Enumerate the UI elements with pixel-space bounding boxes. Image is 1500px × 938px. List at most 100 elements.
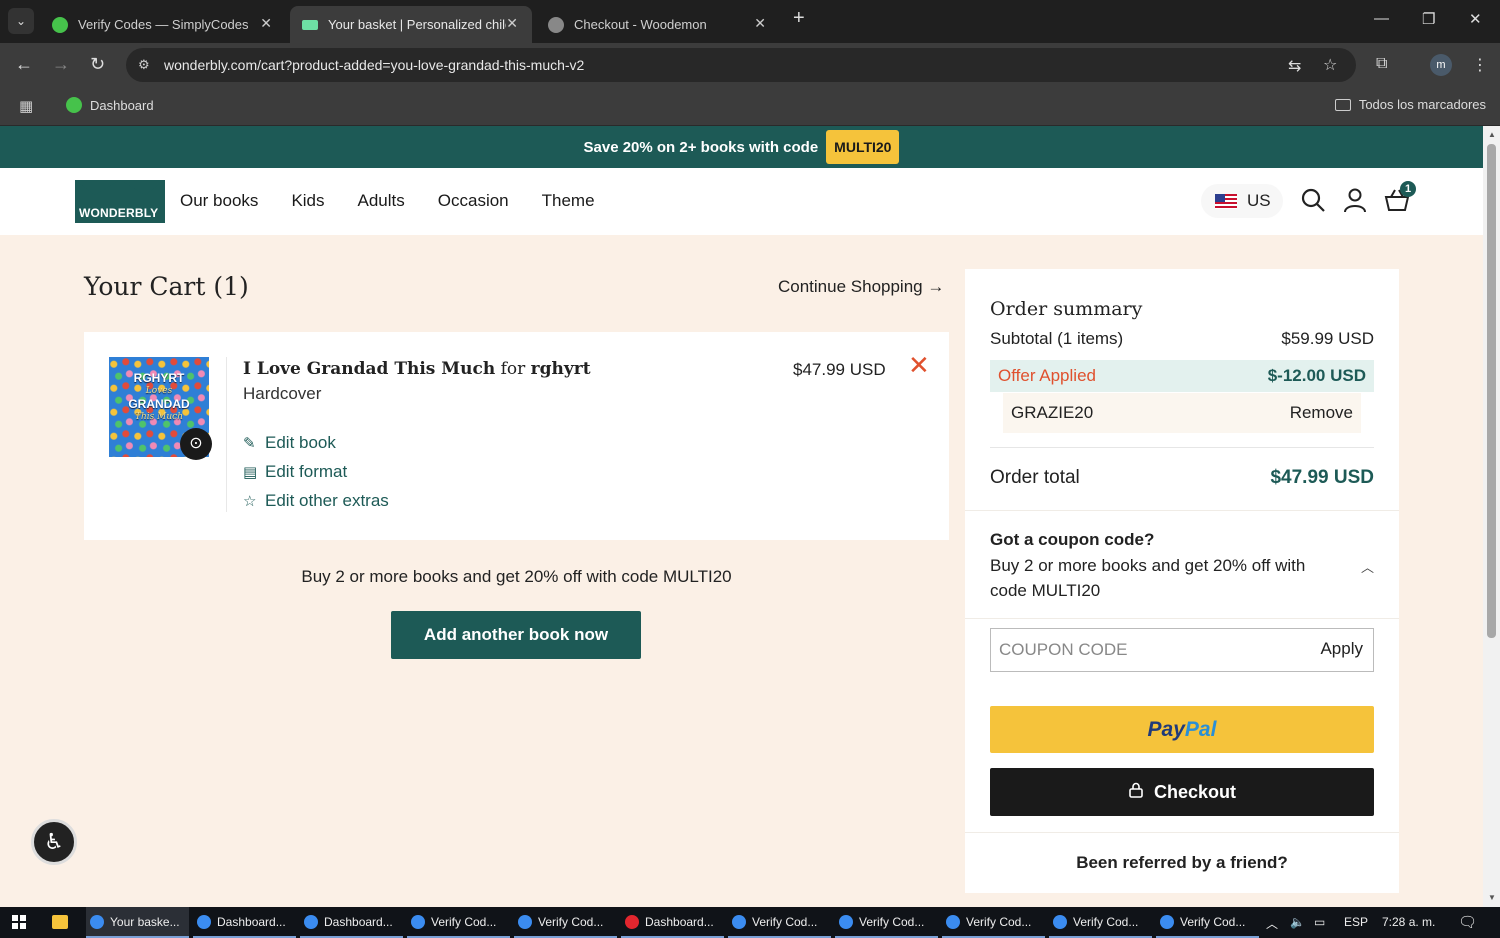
chrome-icon (411, 914, 425, 929)
nav-our-books[interactable]: Our books (180, 191, 258, 211)
taskbar-item[interactable]: Verify Cod... (835, 907, 938, 938)
volume-icon[interactable]: 🔈 (1290, 915, 1305, 929)
page-scrollbar[interactable]: ▲ ▼ (1483, 126, 1500, 907)
chrome-icon (732, 914, 746, 929)
apps-grid-icon[interactable]: ▦ (19, 97, 33, 115)
taskbar-item[interactable]: Verify Cod... (1156, 907, 1259, 938)
apply-coupon-button[interactable]: Apply (1320, 639, 1363, 659)
globe-icon (548, 16, 564, 33)
close-window-button[interactable]: ✕ (1469, 10, 1482, 28)
section-divider (965, 618, 1399, 619)
close-tab-icon[interactable]: ✕ (506, 15, 518, 32)
site-header: WONDERBLY Our books Kids Adults Occasion… (0, 168, 1483, 235)
forward-icon[interactable]: → (52, 54, 70, 75)
cart-item-card: RGHYRT Loves GRANDAD This Much I Love Gr… (84, 332, 949, 540)
notifications-icon[interactable]: 🗨 (1458, 913, 1477, 931)
network-icon[interactable]: ▭ (1314, 915, 1325, 929)
applied-coupon-row: GRAZIE20 Remove (1003, 393, 1361, 433)
cart-count-badge: 1 (1400, 181, 1416, 197)
all-bookmarks[interactable]: Todos los marcadores (1334, 97, 1486, 112)
back-icon[interactable]: ← (15, 54, 33, 75)
taskbar-item[interactable]: Verify Cod... (514, 907, 617, 938)
nav-kids[interactable]: Kids (291, 191, 324, 211)
site-info-icon[interactable]: ⚙ (138, 57, 150, 73)
url-text[interactable]: wonderbly.com/cart?product-added=you-lov… (164, 57, 584, 73)
item-divider (226, 357, 227, 512)
translate-icon[interactable]: ⇆ (1288, 56, 1301, 76)
taskbar-item[interactable]: Dashboard... (193, 907, 296, 938)
locale-selector[interactable]: US (1201, 184, 1283, 218)
restore-button[interactable]: ❐ (1422, 10, 1435, 28)
language-indicator[interactable]: ESP (1344, 915, 1368, 929)
promo-text: Save 20% on 2+ books with code (583, 138, 819, 156)
new-tab-button[interactable]: + (793, 7, 805, 30)
close-tab-icon[interactable]: ✕ (260, 15, 272, 32)
close-tab-icon[interactable]: ✕ (754, 15, 766, 32)
edit-format-link[interactable]: ▤ Edit format (243, 462, 347, 482)
windows-start-icon[interactable] (12, 915, 26, 929)
edit-book-link[interactable]: ✎ Edit book (243, 433, 336, 453)
address-bar[interactable]: ⚙ wonderbly.com/cart?product-added=you-l… (126, 48, 1356, 82)
page-title: Your Cart (1) (84, 272, 249, 301)
zoom-preview-icon[interactable]: ⊙ (180, 428, 212, 460)
main-nav: Our books Kids Adults Occasion Theme (180, 191, 595, 211)
add-another-book-button[interactable]: Add another book now (391, 611, 641, 659)
coupon-field: Apply (990, 628, 1374, 672)
reload-icon[interactable]: ↻ (90, 54, 105, 75)
account-icon[interactable] (1343, 187, 1367, 219)
menu-kebab-icon[interactable]: ⋮ (1472, 55, 1488, 75)
profile-avatar[interactable]: m (1430, 54, 1452, 76)
product-price: $47.99 USD (793, 360, 886, 379)
star-icon: ☆ (243, 493, 257, 510)
checkout-button[interactable]: Checkout (990, 768, 1374, 816)
taskbar-item[interactable]: Verify Cod... (728, 907, 831, 938)
search-icon[interactable] (1300, 187, 1326, 219)
book-icon: ▤ (243, 464, 258, 481)
taskbar-item[interactable]: Verify Cod... (407, 907, 510, 938)
extensions-icon[interactable]: ⧉ (1376, 55, 1387, 73)
taskbar-item[interactable]: Dashboard... (621, 907, 724, 938)
remove-item-icon[interactable]: ✕ (908, 350, 930, 381)
remove-coupon-link[interactable]: Remove (1290, 403, 1353, 423)
scroll-up-icon[interactable]: ▲ (1488, 130, 1496, 139)
chrome-icon (946, 914, 960, 929)
accessibility-icon[interactable]: ♿ (31, 819, 77, 865)
wonderbly-logo[interactable]: WONDERBLY (75, 180, 165, 223)
browser-toolbar: ← → ↻ ⚙ wonderbly.com/cart?product-added… (0, 43, 1500, 87)
nav-adults[interactable]: Adults (358, 191, 405, 211)
bookmark-star-icon[interactable]: ☆ (1323, 55, 1337, 75)
tab-your-basket[interactable]: Your basket | Personalized child ✕ (290, 6, 532, 43)
nav-occasion[interactable]: Occasion (438, 191, 509, 211)
tab-search-dropdown[interactable]: ⌄ (8, 8, 34, 34)
minimize-button[interactable]: — (1374, 10, 1389, 27)
chevron-up-icon[interactable]: ︿ (1361, 557, 1374, 576)
taskbar-item[interactable]: Verify Cod... (942, 907, 1045, 938)
multi-book-offer-text: Buy 2 or more books and get 20% off with… (301, 567, 732, 586)
file-explorer-icon[interactable] (52, 915, 68, 929)
tray-chevron-icon[interactable]: ︿ (1266, 915, 1278, 932)
chrome-icon (1053, 914, 1067, 929)
nav-theme[interactable]: Theme (542, 191, 595, 211)
scroll-thumb[interactable] (1487, 144, 1496, 638)
windows-taskbar: Your baske... Dashboard... Dashboard... … (0, 907, 1500, 938)
continue-shopping-link[interactable]: Continue Shopping → (778, 277, 944, 297)
coupon-code-input[interactable] (999, 638, 1299, 662)
taskbar-item[interactable]: Your baske... (86, 907, 189, 938)
tab-verify-codes[interactable]: Verify Codes — SimplyCodes ✕ (40, 6, 286, 43)
tab-checkout-woodemon[interactable]: Checkout - Woodemon ✕ (536, 6, 780, 43)
taskbar-item[interactable]: Verify Cod... (1049, 907, 1152, 938)
referred-by-friend-link[interactable]: Been referred by a friend? (965, 853, 1399, 873)
clock[interactable]: 7:28 a. m. (1382, 915, 1435, 929)
bookmark-dashboard[interactable]: Dashboard (66, 97, 154, 113)
chrome-icon (197, 914, 211, 929)
promo-banner: Save 20% on 2+ books with code MULTI20 (0, 126, 1483, 168)
scroll-down-icon[interactable]: ▼ (1488, 893, 1496, 902)
dashboard-favicon-icon (66, 97, 82, 113)
taskbar-item[interactable]: Dashboard... (300, 907, 403, 938)
product-format: Hardcover (243, 384, 322, 403)
applied-coupon-code: GRAZIE20 (1011, 403, 1094, 422)
section-divider (965, 510, 1399, 511)
paypal-button[interactable]: PayPal (990, 706, 1374, 753)
opera-icon (625, 914, 639, 929)
edit-extras-link[interactable]: ☆ Edit other extras (243, 491, 389, 511)
